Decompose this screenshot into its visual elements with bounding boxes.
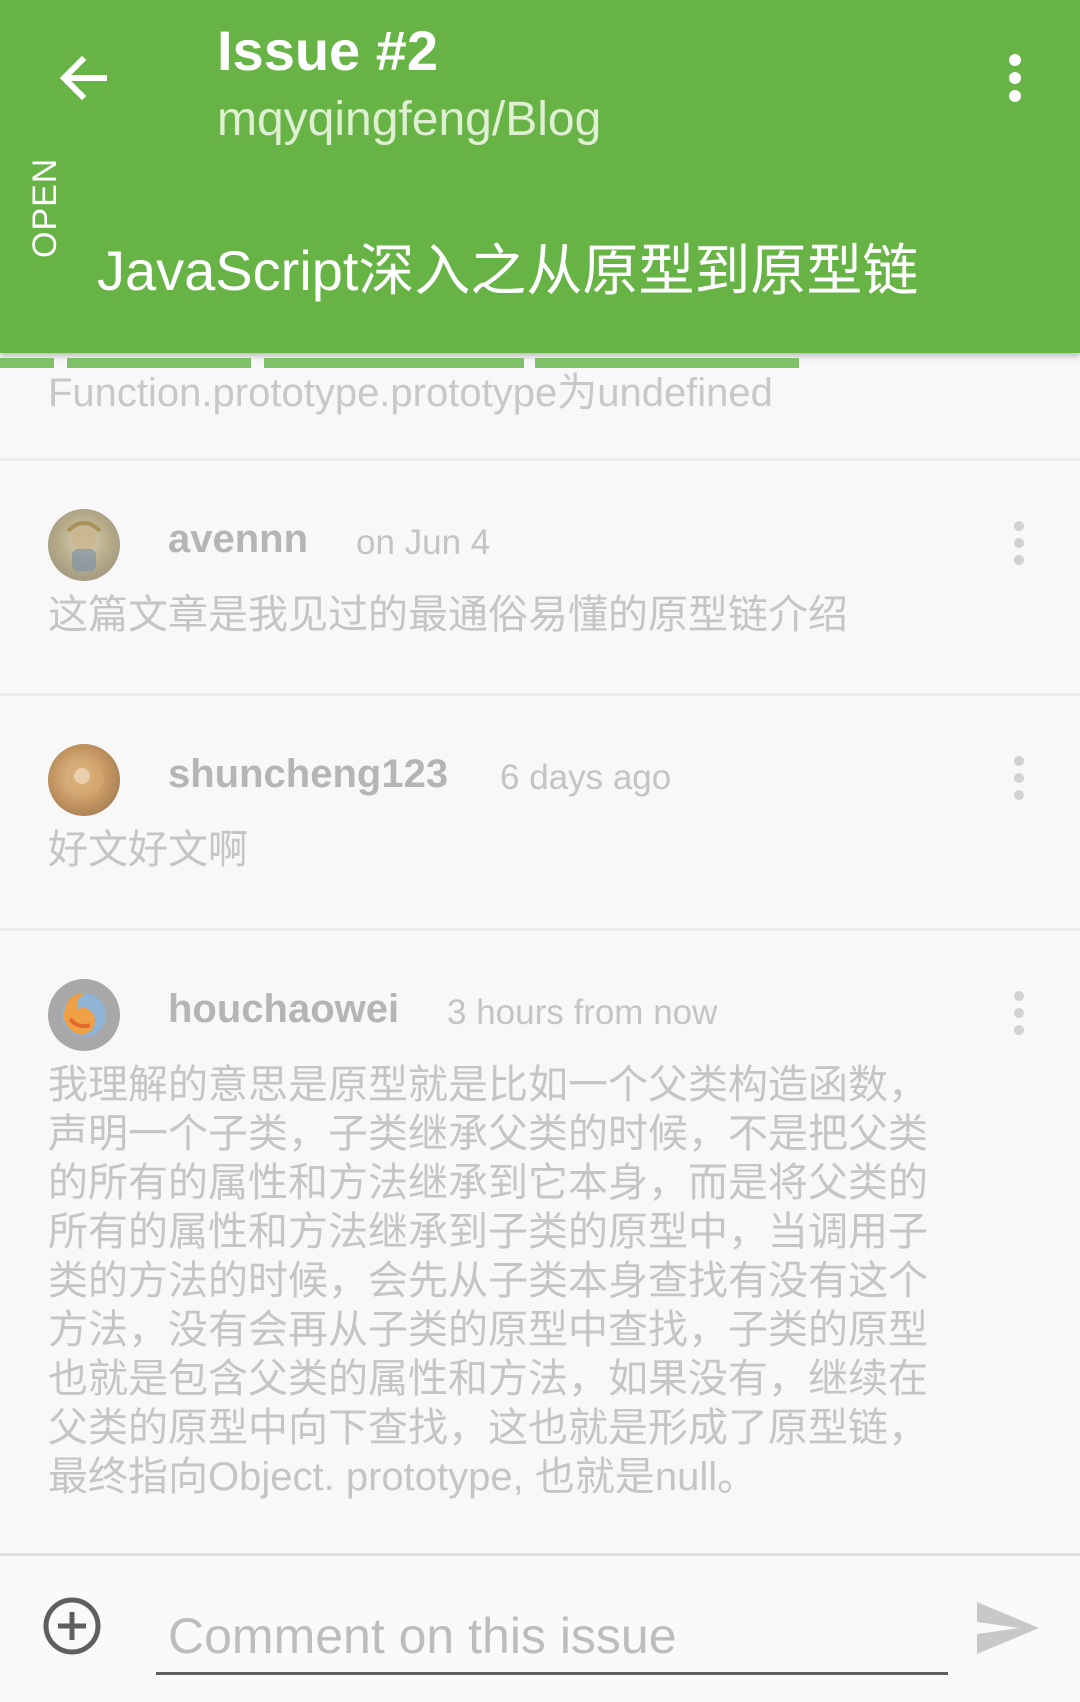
plus-circle-icon — [43, 1597, 101, 1655]
label-strip — [0, 358, 54, 368]
comment-menu-button[interactable] — [1005, 521, 1035, 567]
label-strip — [264, 358, 524, 368]
repo-name[interactable]: mqyqingfeng/Blog — [217, 92, 601, 147]
comment-body: 好文好文啊 — [48, 828, 248, 872]
avatar[interactable] — [48, 744, 120, 816]
avatar[interactable] — [48, 979, 120, 1051]
app-bar: Issue #2 mqyqingfeng/Blog OPEN JavaScrip… — [0, 0, 1080, 353]
issue-body-partial: Function.prototype.prototype为undefined — [48, 371, 773, 415]
send-button[interactable] — [975, 1598, 1041, 1658]
comment-item: avennn on Jun 4 这篇文章是我见过的最通俗易懂的原型链介绍 — [0, 461, 1080, 693]
comment-time: 3 hours from now — [447, 993, 718, 1032]
issue-subject: JavaScript深入之从原型到原型链 — [97, 239, 919, 302]
back-button[interactable] — [48, 42, 120, 114]
comment-author[interactable]: avennn — [168, 517, 308, 562]
avatar[interactable] — [48, 509, 120, 581]
overflow-menu-button[interactable] — [985, 46, 1041, 110]
issue-title: Issue #2 — [217, 19, 439, 82]
comment-menu-button[interactable] — [1005, 756, 1035, 802]
label-strip — [67, 358, 251, 368]
comment-author[interactable]: houchaowei — [168, 987, 399, 1032]
more-vertical-icon — [1014, 521, 1024, 531]
comment-input[interactable] — [156, 1600, 948, 1675]
label-strip — [535, 358, 799, 368]
comment-body: 这篇文章是我见过的最通俗易懂的原型链介绍 — [48, 593, 848, 637]
comment-input-bar — [0, 1553, 1080, 1702]
more-vertical-icon — [1014, 991, 1024, 1001]
arrow-left-icon — [59, 55, 107, 101]
comment-item: houchaowei 3 hours from now 我理解的意思是原型就是比… — [0, 931, 1080, 1531]
comment-time: 6 days ago — [500, 758, 672, 797]
comment-menu-button[interactable] — [1005, 991, 1035, 1037]
more-vertical-icon — [1009, 54, 1021, 66]
comment-time: on Jun 4 — [356, 523, 491, 562]
comment-author[interactable]: shuncheng123 — [168, 752, 448, 797]
comment-item: shuncheng123 6 days ago 好文好文啊 — [0, 696, 1080, 928]
more-vertical-icon — [1014, 756, 1024, 766]
send-icon — [977, 1602, 1039, 1654]
issue-state-badge: OPEN — [26, 157, 64, 258]
add-attachment-button[interactable] — [42, 1596, 102, 1656]
comment-body: 我理解的意思是原型就是比如一个父类构造函数， 声明一个子类，子类继承父类的时候，… — [48, 1063, 928, 1499]
